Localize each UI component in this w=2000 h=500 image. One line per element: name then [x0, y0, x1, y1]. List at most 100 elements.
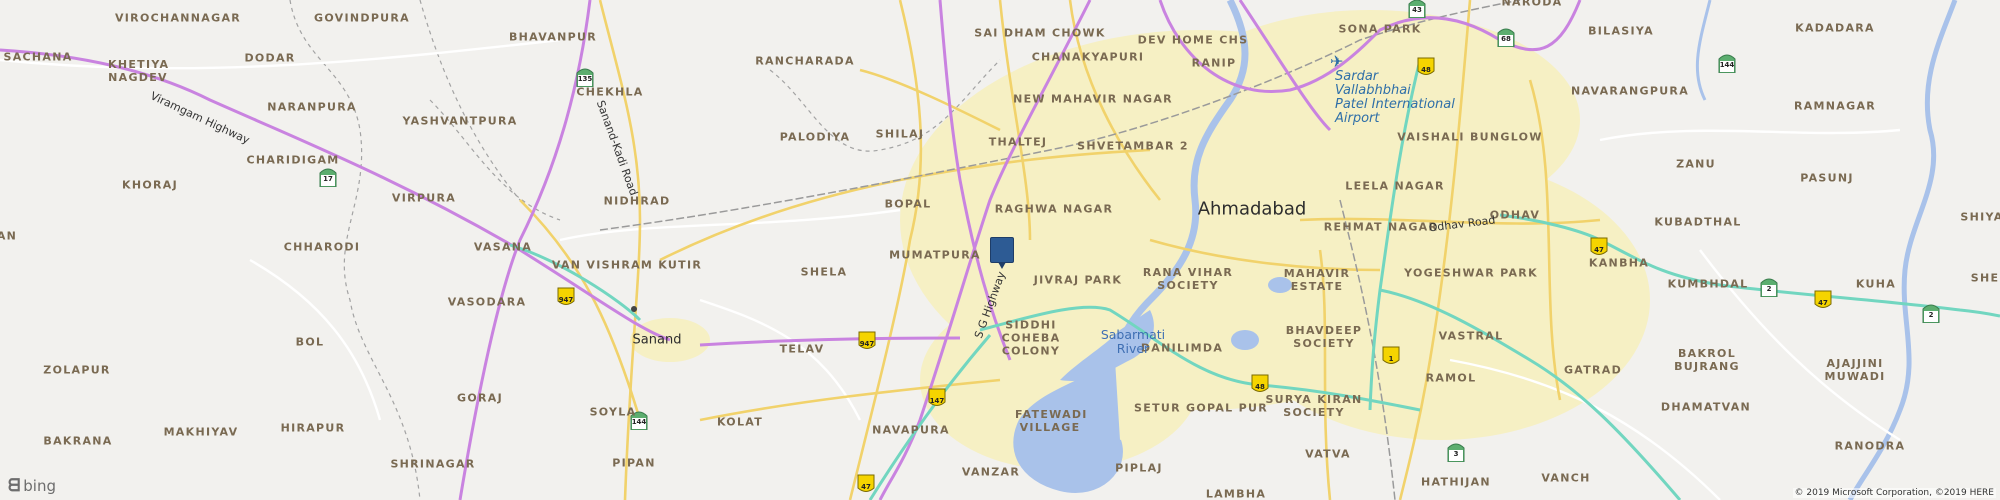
place-label: RANCHARADA — [755, 54, 855, 68]
place-label: MAKHIYAV — [163, 425, 239, 439]
place-label: SURYA KIRAN SOCIETY — [1265, 393, 1363, 419]
place-label: CHEKHLA — [576, 85, 644, 99]
place-label: VASODARA — [447, 295, 527, 309]
place-label: SHIYA — [1960, 210, 2000, 224]
place-label: BAKRANA — [43, 434, 113, 448]
place-label: AJAJJINI MUWADI — [1824, 357, 1886, 383]
place-label: BAKROL BUJRANG — [1674, 347, 1740, 373]
place-label: SETUR GOPAL PUR — [1134, 401, 1268, 415]
place-label: HATHIJAN — [1421, 475, 1491, 489]
place-label: CHANAKYAPURI — [1031, 50, 1145, 64]
airport-label-line: Patel International — [1335, 97, 1455, 112]
place-label: BHAVDEEP SOCIETY — [1285, 324, 1363, 350]
town-label: Sanand — [632, 332, 682, 348]
place-label: PASUNJ — [1800, 171, 1854, 185]
place-label: AN — [0, 229, 18, 243]
place-label: NARANPURA — [267, 100, 357, 114]
place-label: GATRAD — [1563, 363, 1623, 377]
place-label: ODHAV — [1489, 208, 1541, 222]
route-shield: 2 — [1760, 277, 1778, 297]
place-label: VIRPURA — [391, 191, 457, 205]
place-label: NAVAPURA — [872, 423, 950, 437]
place-label: PIPAN — [612, 456, 656, 470]
bing-logo[interactable]: ᗺ bing — [8, 476, 56, 496]
place-label: BHAVANPUR — [508, 30, 598, 44]
place-label: LEELA NAGAR — [1345, 179, 1445, 193]
bing-logo-text: bing — [23, 477, 56, 495]
place-label: LAMBHA — [1205, 487, 1267, 500]
place-label: SOYLA — [589, 405, 637, 419]
place-label: THALTEJ — [988, 135, 1048, 149]
place-label: SACHANA — [3, 50, 73, 64]
town-dot — [631, 306, 637, 312]
national-highway-shield: 947 — [858, 331, 876, 351]
place-label: SAI DHAM CHOWK — [974, 26, 1106, 40]
map-canvas[interactable]: 43 68 135 17 48 144 947 947 147 144 47 4… — [0, 0, 2000, 500]
place-label: TELAV — [779, 342, 825, 356]
place-label: SIDDHI COHEBA COLONY — [1001, 318, 1061, 358]
place-label: FATEWADI VILLAGE — [1015, 408, 1088, 434]
place-label: KUMBHDAL — [1667, 277, 1749, 291]
bing-logo-icon: ᗺ — [8, 476, 21, 496]
place-label: SHRINAGAR — [390, 457, 476, 471]
national-highway-shield: 147 — [928, 388, 946, 408]
national-highway-shield: 48 — [1251, 374, 1269, 394]
route-shield: 17 — [319, 167, 337, 187]
place-label: SHELA — [800, 265, 848, 279]
place-label: VAISHALI BUNGLOW — [1397, 130, 1543, 144]
place-label: VANCH — [1541, 471, 1591, 485]
national-highway-shield — [1250, 50, 1268, 70]
place-label: SHE — [1970, 271, 2000, 285]
place-label: VASANA — [473, 240, 533, 254]
national-highway-shield: 47 — [1590, 237, 1608, 257]
national-highway-shield: 947 — [557, 287, 575, 307]
place-label: MUMATPURA — [889, 248, 981, 262]
national-highway-shield: 1 — [1382, 346, 1400, 366]
place-label: MAHAVIR ESTATE — [1283, 267, 1351, 293]
place-label: DHAMATVAN — [1660, 400, 1752, 414]
place-label: KHETIYA NAGDEV — [108, 58, 170, 84]
national-highway-shield: 47 — [1814, 290, 1832, 310]
place-label: DEV HOME CHS — [1137, 33, 1249, 47]
place-label: RANA VIHAR SOCIETY — [1142, 266, 1234, 292]
place-label: VIROCHANNAGAR — [114, 11, 242, 25]
route-shield: 144 — [1718, 53, 1736, 73]
place-label: KUBADTHAL — [1654, 215, 1742, 229]
place-label: RANIP — [1191, 56, 1237, 70]
place-label: YOGESHWAR PARK — [1404, 266, 1538, 280]
place-label: VAN VISHRAM KUTIR — [551, 258, 703, 272]
place-label: BOL — [295, 335, 325, 349]
route-shield: 43 — [1408, 0, 1426, 18]
place-label: ZANU — [1676, 157, 1716, 171]
place-label: REHMAT NAGAR — [1323, 220, 1439, 234]
place-label: CHARIDIGAM — [246, 153, 340, 167]
copyright-text: © 2019 Microsoft Corporation, ©2019 HERE — [1792, 488, 1996, 498]
place-label: KANBHA — [1588, 256, 1650, 270]
place-label: SHILAJ — [875, 127, 925, 141]
place-label: KHORAJ — [122, 178, 178, 192]
place-label: KUHA — [1855, 277, 1897, 291]
place-label: GOVINDPURA — [313, 11, 411, 25]
place-label: GORAJ — [457, 391, 503, 405]
city-label: Ahmadabad — [1197, 198, 1307, 220]
place-label: HIRAPUR — [280, 421, 346, 435]
location-marker[interactable] — [990, 237, 1014, 269]
place-label: VANZAR — [961, 465, 1021, 479]
place-label: RANODRA — [1834, 439, 1906, 453]
place-label: RAMNAGAR — [1793, 99, 1877, 113]
place-label: NARODA — [1501, 0, 1563, 9]
place-label: VATVA — [1305, 447, 1351, 461]
place-label: ZOLAPUR — [43, 363, 111, 377]
place-label: BILASIYA — [1588, 24, 1654, 38]
route-shield: 68 — [1497, 27, 1515, 47]
water-label: Sabarmati River — [1100, 327, 1166, 356]
place-label: CHHARODI — [283, 240, 361, 254]
chandola-lake — [1231, 330, 1259, 350]
place-label: RAGHWA NAGAR — [994, 202, 1114, 216]
place-label: NAVARANGPURA — [1570, 84, 1690, 98]
place-label: PIPLAJ — [1115, 461, 1163, 475]
place-label: YASHVANTPURA — [402, 114, 518, 128]
place-label: DODAR — [244, 51, 296, 65]
place-label: KADADARA — [1795, 21, 1875, 35]
national-highway-shield: 47 — [857, 474, 875, 494]
